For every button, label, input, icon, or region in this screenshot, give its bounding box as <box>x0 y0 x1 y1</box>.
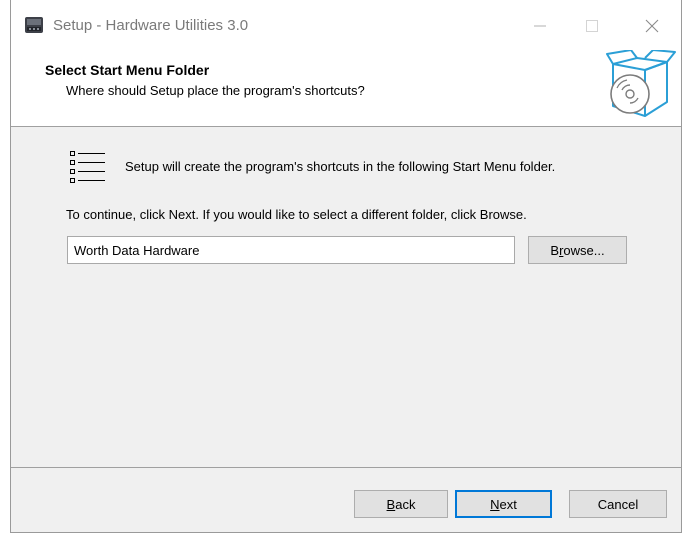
info-text: Setup will create the program's shortcut… <box>125 159 556 174</box>
software-box-cd-icon <box>605 49 677 122</box>
start-menu-folder-input[interactable] <box>67 236 515 264</box>
maximize-icon <box>576 10 608 42</box>
browse-button[interactable]: Br owse... <box>528 236 627 264</box>
minimize-icon[interactable] <box>524 10 556 42</box>
title-bar[interactable]: Setup - Hardware Utilities 3.0 <box>11 0 681 52</box>
back-button[interactable]: Back <box>354 490 448 518</box>
instruction-text: To continue, click Next. If you would li… <box>66 207 527 222</box>
back-mnemonic: B <box>386 496 396 512</box>
app-icon <box>24 15 44 35</box>
wizard-content: Setup will create the program's shortcut… <box>11 127 681 467</box>
page-subtitle: Where should Setup place the program's s… <box>66 83 365 98</box>
close-icon[interactable] <box>636 10 668 42</box>
browse-label-end: owse... <box>563 242 605 258</box>
back-label: ack <box>395 496 416 512</box>
window-title: Setup - Hardware Utilities 3.0 <box>53 17 249 34</box>
next-button[interactable]: Next <box>455 490 552 518</box>
folder-list-icon <box>69 149 107 187</box>
browse-label-start: B <box>550 242 560 258</box>
wizard-header: Select Start Menu Folder Where should Se… <box>11 49 681 127</box>
footer-divider <box>11 467 681 468</box>
next-mnemonic: N <box>490 496 500 512</box>
setup-window: Setup - Hardware Utilities 3.0 Select St… <box>10 0 682 533</box>
next-label: ext <box>499 496 517 512</box>
page-title: Select Start Menu Folder <box>45 62 210 78</box>
cancel-button[interactable]: Cancel <box>569 490 667 518</box>
